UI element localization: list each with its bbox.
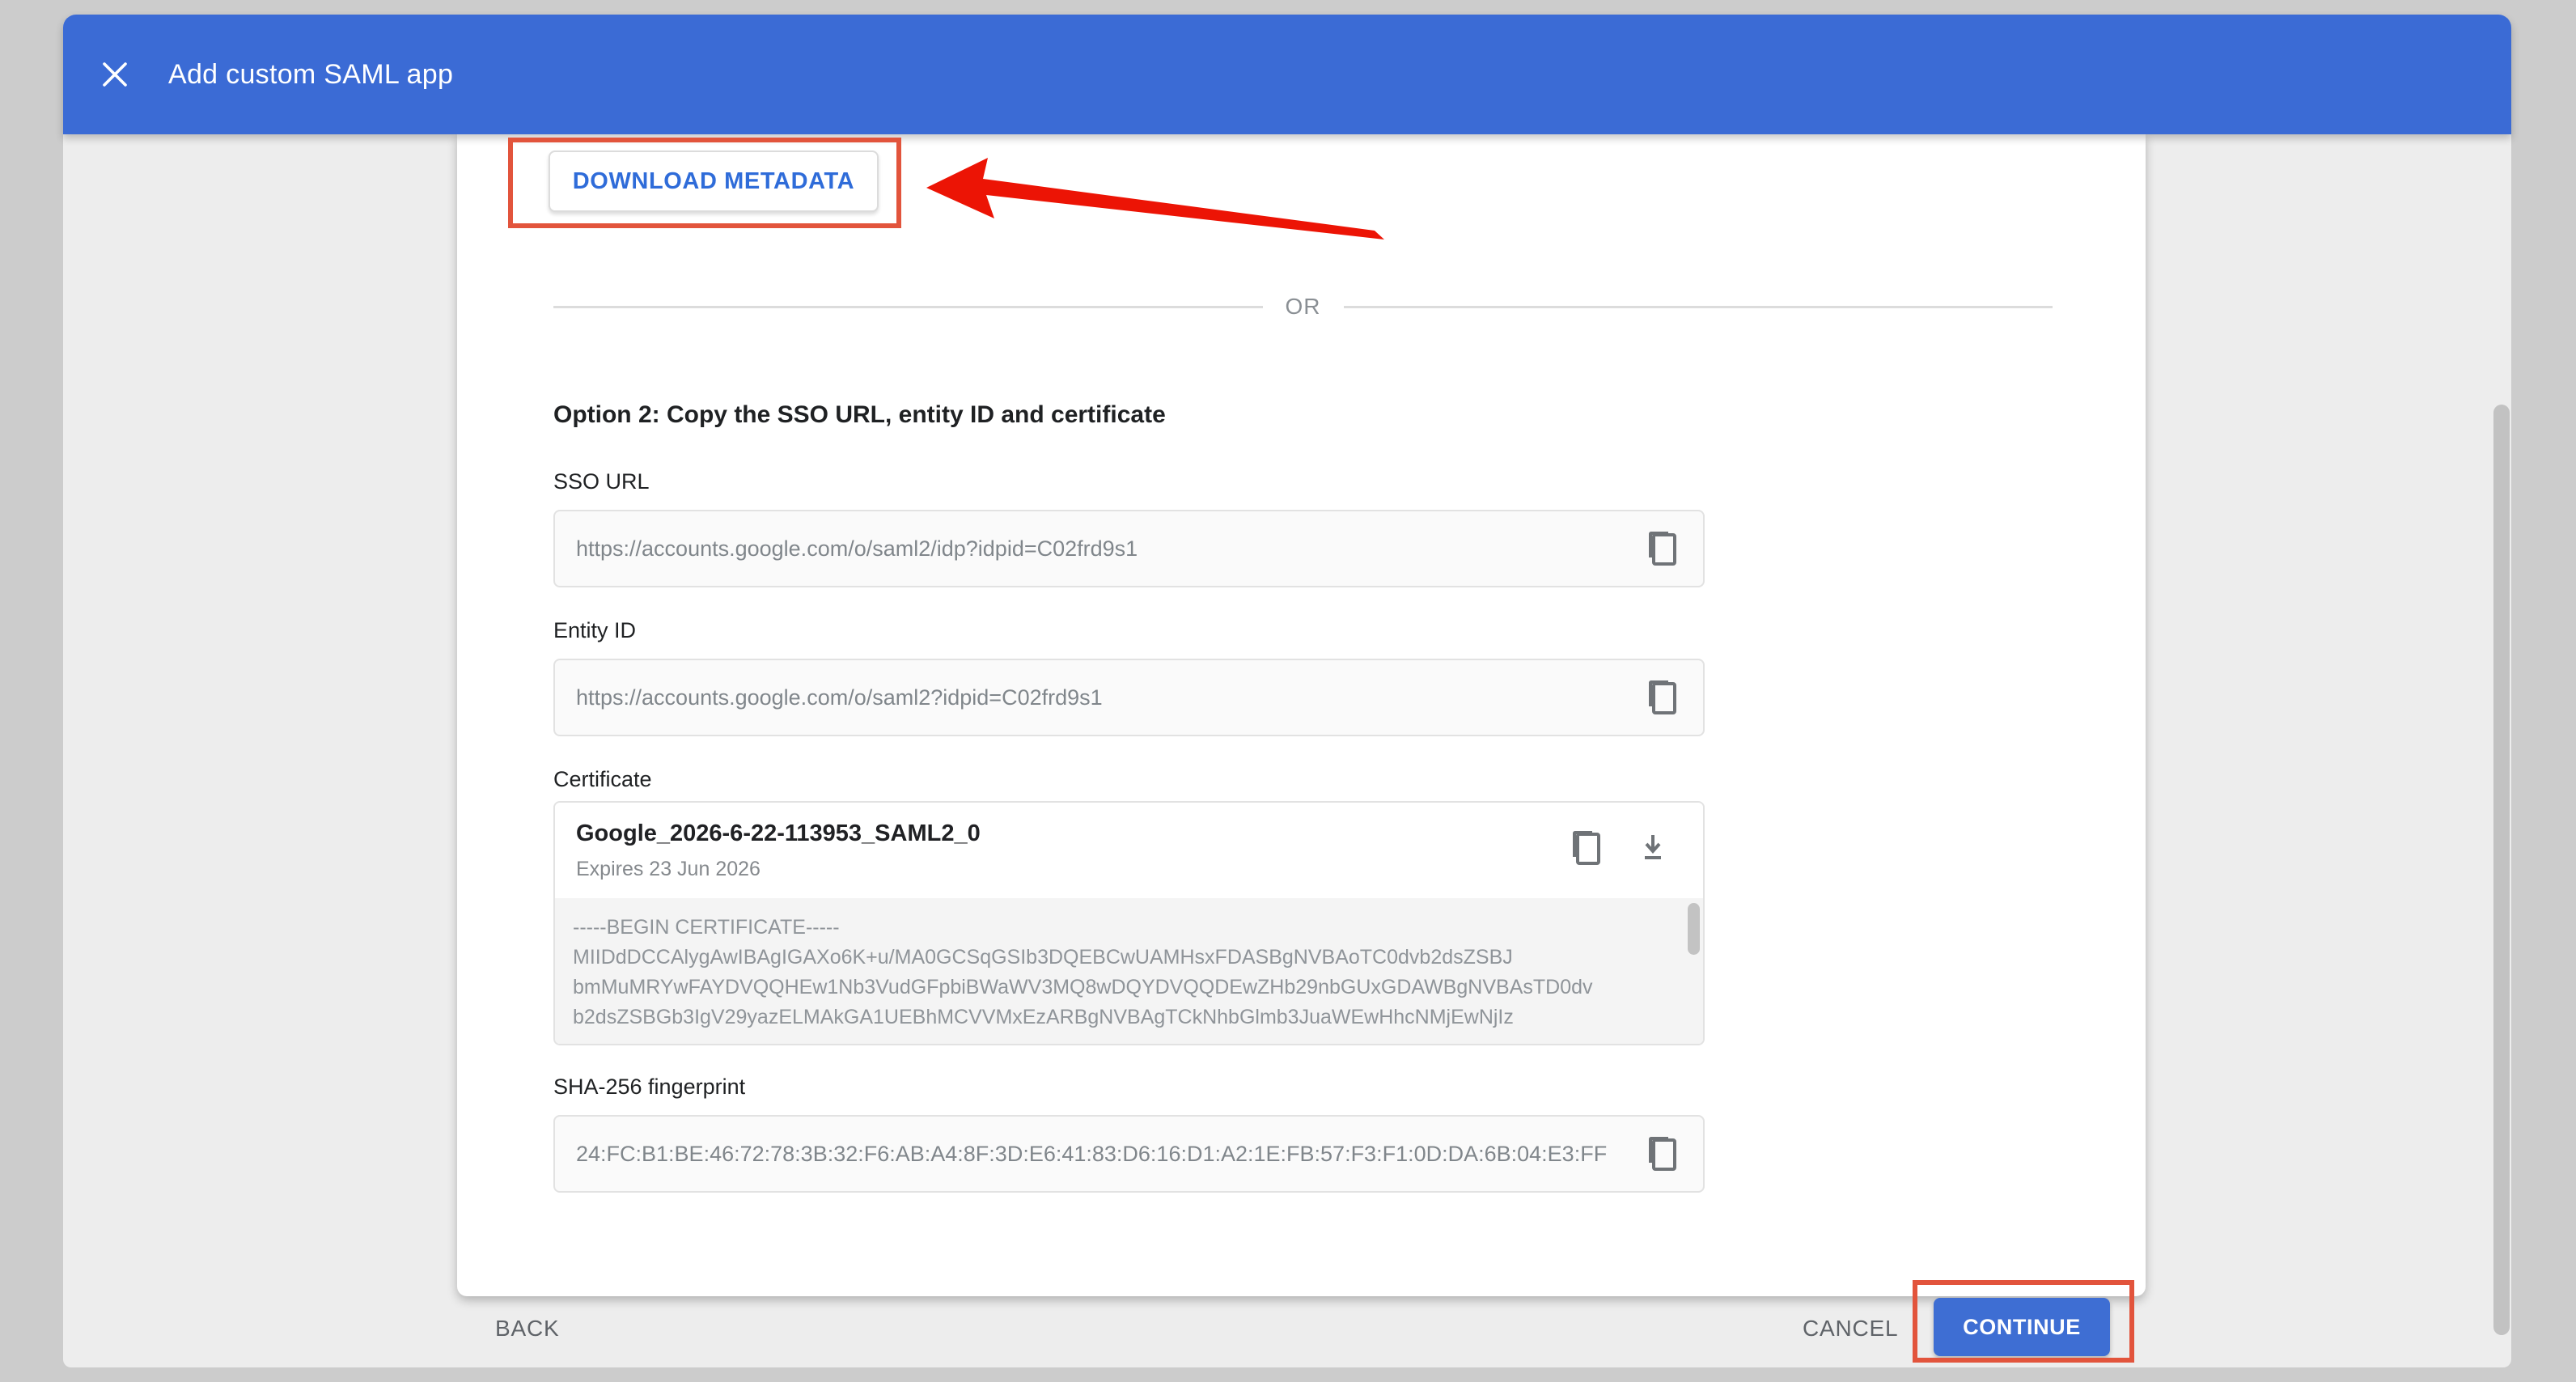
certificate-body-line: bmMuMRYwFAYDVQQHEw1Nb3VudGFpbiBWaWV3MQ8w…: [573, 973, 1671, 1003]
close-icon: [100, 60, 129, 89]
certificate-name: Google_2026-6-22-113953_SAML2_0: [576, 820, 981, 847]
sha256-copy-button[interactable]: [1642, 1131, 1684, 1176]
dialog-header: Add custom SAML app: [63, 15, 2511, 134]
entity-id-field: https://accounts.google.com/o/saml2?idpi…: [553, 659, 1705, 736]
sha256-field: 24:FC:B1:BE:46:72:78:3B:32:F6:AB:A4:8F:3…: [553, 1115, 1705, 1193]
sha256-label: SHA-256 fingerprint: [553, 1075, 745, 1100]
cancel-button[interactable]: CANCEL: [1803, 1316, 1898, 1342]
sha256-value: 24:FC:B1:BE:46:72:78:3B:32:F6:AB:A4:8F:3…: [576, 1142, 1642, 1167]
annotation-arrow: [922, 142, 1391, 255]
download-icon: [1639, 832, 1667, 864]
screen: Add custom SAML app DOWNLOAD METADATA OR…: [0, 0, 2576, 1382]
page-scrollbar-thumb[interactable]: [2493, 405, 2510, 1335]
sso-url-value: https://accounts.google.com/o/saml2/idp?…: [576, 536, 1642, 562]
sso-url-field: https://accounts.google.com/o/saml2/idp?…: [553, 510, 1705, 587]
certificate-body-line: MIIDdDCCAlygAwIBAgIGAXo6K+u/MA0GCSqGSIb3…: [573, 943, 1671, 973]
copy-icon: [1649, 1137, 1676, 1171]
certificate-body-line: -----BEGIN CERTIFICATE-----: [573, 913, 1671, 943]
certificate-expiry: Expires 23 Jun 2026: [576, 858, 761, 881]
sso-url-copy-button[interactable]: [1642, 526, 1684, 571]
continue-button[interactable]: CONTINUE: [1934, 1298, 2110, 1356]
certificate-header: Google_2026-6-22-113953_SAML2_0 Expires …: [555, 803, 1703, 898]
sso-url-label: SSO URL: [553, 469, 650, 494]
divider-line-left: [553, 306, 1263, 308]
certificate-label: Certificate: [553, 767, 652, 792]
entity-id-copy-button[interactable]: [1642, 675, 1684, 720]
certificate-body-line: b2dsZSBGb3IgV29yazELMAkGA1UEBhMCVVMxEzAR…: [573, 1003, 1671, 1032]
or-label: OR: [1263, 294, 1344, 320]
copy-icon: [1573, 831, 1600, 865]
certificate-copy-button[interactable]: [1566, 825, 1608, 871]
certificate-download-button[interactable]: [1632, 825, 1674, 871]
close-button[interactable]: [99, 58, 131, 91]
copy-icon: [1649, 532, 1676, 566]
or-divider: OR: [553, 293, 2053, 320]
download-metadata-button[interactable]: DOWNLOAD METADATA: [549, 150, 879, 212]
certificate-box: Google_2026-6-22-113953_SAML2_0 Expires …: [553, 801, 1705, 1045]
certificate-scrollbar-thumb[interactable]: [1688, 903, 1700, 955]
certificate-body[interactable]: -----BEGIN CERTIFICATE----- MIIDdDCCAlyg…: [555, 898, 1703, 1045]
option2-heading: Option 2: Copy the SSO URL, entity ID an…: [553, 401, 1166, 429]
copy-icon: [1649, 680, 1676, 714]
entity-id-label: Entity ID: [553, 618, 636, 643]
dialog-title: Add custom SAML app: [168, 59, 453, 91]
back-button[interactable]: BACK: [495, 1316, 559, 1342]
divider-line-right: [1344, 306, 2053, 308]
entity-id-value: https://accounts.google.com/o/saml2?idpi…: [576, 685, 1642, 710]
